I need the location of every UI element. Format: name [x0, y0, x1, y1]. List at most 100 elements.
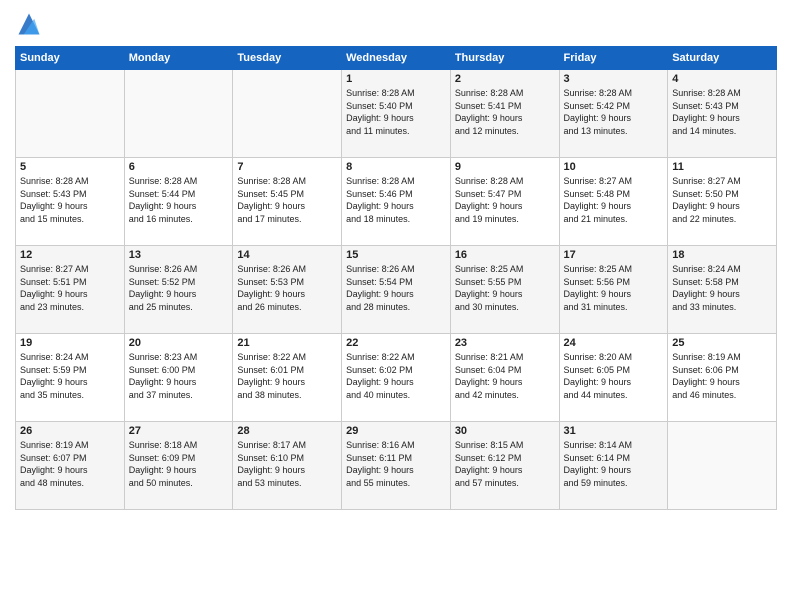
- cell-content: Sunrise: 8:26 AM Sunset: 5:53 PM Dayligh…: [237, 263, 337, 313]
- cell-content: Sunrise: 8:26 AM Sunset: 5:52 PM Dayligh…: [129, 263, 229, 313]
- day-number: 4: [672, 73, 772, 85]
- calendar-cell: 31 Sunrise: 8:14 AM Sunset: 6:14 PM Dayli…: [559, 422, 668, 510]
- cell-content: Sunrise: 8:16 AM Sunset: 6:11 PM Dayligh…: [346, 439, 446, 489]
- cell-content: Sunrise: 8:18 AM Sunset: 6:09 PM Dayligh…: [129, 439, 229, 489]
- day-number: 30: [455, 425, 555, 437]
- cell-content: Sunrise: 8:28 AM Sunset: 5:46 PM Dayligh…: [346, 175, 446, 225]
- page: SundayMondayTuesdayWednesdayThursdayFrid…: [0, 0, 792, 612]
- cell-content: Sunrise: 8:27 AM Sunset: 5:48 PM Dayligh…: [564, 175, 664, 225]
- calendar-header: SundayMondayTuesdayWednesdayThursdayFrid…: [16, 47, 777, 70]
- day-number: 14: [237, 249, 337, 261]
- day-number: 2: [455, 73, 555, 85]
- cell-content: Sunrise: 8:27 AM Sunset: 5:51 PM Dayligh…: [20, 263, 120, 313]
- day-number: 6: [129, 161, 229, 173]
- calendar-cell: 8 Sunrise: 8:28 AM Sunset: 5:46 PM Daylig…: [342, 158, 451, 246]
- day-number: 1: [346, 73, 446, 85]
- day-number: 10: [564, 161, 664, 173]
- calendar-cell: 4Sunrise: 8:28 AM Sunset: 5:43 PM Daylig…: [668, 70, 777, 158]
- calendar-cell: 2 Sunrise: 8:28 AM Sunset: 5:41 PM Daylig…: [450, 70, 559, 158]
- day-number: 23: [455, 337, 555, 349]
- day-header-tuesday: Tuesday: [233, 47, 342, 70]
- day-number: 7: [237, 161, 337, 173]
- calendar-body: 1 Sunrise: 8:28 AM Sunset: 5:40 PM Daylig…: [16, 70, 777, 510]
- day-number: 16: [455, 249, 555, 261]
- cell-content: Sunrise: 8:28 AM Sunset: 5:44 PM Dayligh…: [129, 175, 229, 225]
- week-row-2: 5 Sunrise: 8:28 AM Sunset: 5:43 PM Daylig…: [16, 158, 777, 246]
- cell-content: Sunrise: 8:14 AM Sunset: 6:14 PM Dayligh…: [564, 439, 664, 489]
- cell-content: Sunrise: 8:19 AM Sunset: 6:06 PM Dayligh…: [672, 351, 772, 401]
- day-header-thursday: Thursday: [450, 47, 559, 70]
- calendar-cell: [668, 422, 777, 510]
- cell-content: Sunrise: 8:23 AM Sunset: 6:00 PM Dayligh…: [129, 351, 229, 401]
- calendar-cell: 3 Sunrise: 8:28 AM Sunset: 5:42 PM Daylig…: [559, 70, 668, 158]
- cell-content: Sunrise: 8:17 AM Sunset: 6:10 PM Dayligh…: [237, 439, 337, 489]
- calendar-cell: 13Sunrise: 8:26 AM Sunset: 5:52 PM Dayli…: [124, 246, 233, 334]
- day-number: 15: [346, 249, 446, 261]
- calendar-cell: 23Sunrise: 8:21 AM Sunset: 6:04 PM Dayli…: [450, 334, 559, 422]
- day-number: 18: [672, 249, 772, 261]
- day-number: 28: [237, 425, 337, 437]
- day-number: 8: [346, 161, 446, 173]
- calendar-cell: 6 Sunrise: 8:28 AM Sunset: 5:44 PM Daylig…: [124, 158, 233, 246]
- week-row-3: 12 Sunrise: 8:27 AM Sunset: 5:51 PM Dayli…: [16, 246, 777, 334]
- cell-content: Sunrise: 8:28 AM Sunset: 5:43 PM Dayligh…: [20, 175, 120, 225]
- day-header-sunday: Sunday: [16, 47, 125, 70]
- day-number: 17: [564, 249, 664, 261]
- calendar-cell: 12 Sunrise: 8:27 AM Sunset: 5:51 PM Dayli…: [16, 246, 125, 334]
- day-number: 31: [564, 425, 664, 437]
- calendar-cell: 10 Sunrise: 8:27 AM Sunset: 5:48 PM Dayli…: [559, 158, 668, 246]
- cell-content: Sunrise: 8:28 AM Sunset: 5:47 PM Dayligh…: [455, 175, 555, 225]
- day-number: 24: [564, 337, 664, 349]
- calendar-cell: 18 Sunrise: 8:24 AM Sunset: 5:58 PM Dayli…: [668, 246, 777, 334]
- calendar-cell: [124, 70, 233, 158]
- cell-content: Sunrise: 8:25 AM Sunset: 5:55 PM Dayligh…: [455, 263, 555, 313]
- cell-content: Sunrise: 8:28 AM Sunset: 5:40 PM Dayligh…: [346, 87, 446, 137]
- day-number: 11: [672, 161, 772, 173]
- calendar-cell: 15 Sunrise: 8:26 AM Sunset: 5:54 PM Dayli…: [342, 246, 451, 334]
- cell-content: Sunrise: 8:24 AM Sunset: 5:58 PM Dayligh…: [672, 263, 772, 313]
- cell-content: Sunrise: 8:15 AM Sunset: 6:12 PM Dayligh…: [455, 439, 555, 489]
- cell-content: Sunrise: 8:24 AM Sunset: 5:59 PM Dayligh…: [20, 351, 120, 401]
- week-row-1: 1 Sunrise: 8:28 AM Sunset: 5:40 PM Daylig…: [16, 70, 777, 158]
- header: [15, 10, 777, 38]
- day-number: 20: [129, 337, 229, 349]
- calendar-cell: 9 Sunrise: 8:28 AM Sunset: 5:47 PM Daylig…: [450, 158, 559, 246]
- calendar-cell: 25Sunrise: 8:19 AM Sunset: 6:06 PM Dayli…: [668, 334, 777, 422]
- calendar-cell: 22Sunrise: 8:22 AM Sunset: 6:02 PM Dayli…: [342, 334, 451, 422]
- calendar-cell: 30 Sunrise: 8:15 AM Sunset: 6:12 PM Dayli…: [450, 422, 559, 510]
- day-number: 19: [20, 337, 120, 349]
- cell-content: Sunrise: 8:19 AM Sunset: 6:07 PM Dayligh…: [20, 439, 120, 489]
- day-number: 22: [346, 337, 446, 349]
- cell-content: Sunrise: 8:28 AM Sunset: 5:41 PM Dayligh…: [455, 87, 555, 137]
- logo: [15, 10, 47, 38]
- calendar-cell: 11Sunrise: 8:27 AM Sunset: 5:50 PM Dayli…: [668, 158, 777, 246]
- day-header-wednesday: Wednesday: [342, 47, 451, 70]
- calendar-cell: [233, 70, 342, 158]
- cell-content: Sunrise: 8:26 AM Sunset: 5:54 PM Dayligh…: [346, 263, 446, 313]
- calendar-cell: 26 Sunrise: 8:19 AM Sunset: 6:07 PM Dayli…: [16, 422, 125, 510]
- cell-content: Sunrise: 8:28 AM Sunset: 5:45 PM Dayligh…: [237, 175, 337, 225]
- calendar-cell: 14 Sunrise: 8:26 AM Sunset: 5:53 PM Dayli…: [233, 246, 342, 334]
- calendar: SundayMondayTuesdayWednesdayThursdayFrid…: [15, 46, 777, 510]
- header-row: SundayMondayTuesdayWednesdayThursdayFrid…: [16, 47, 777, 70]
- day-number: 5: [20, 161, 120, 173]
- calendar-cell: 27Sunrise: 8:18 AM Sunset: 6:09 PM Dayli…: [124, 422, 233, 510]
- calendar-cell: 29 Sunrise: 8:16 AM Sunset: 6:11 PM Dayli…: [342, 422, 451, 510]
- day-number: 3: [564, 73, 664, 85]
- calendar-cell: 1 Sunrise: 8:28 AM Sunset: 5:40 PM Daylig…: [342, 70, 451, 158]
- day-number: 9: [455, 161, 555, 173]
- cell-content: Sunrise: 8:25 AM Sunset: 5:56 PM Dayligh…: [564, 263, 664, 313]
- day-number: 12: [20, 249, 120, 261]
- day-header-saturday: Saturday: [668, 47, 777, 70]
- week-row-5: 26 Sunrise: 8:19 AM Sunset: 6:07 PM Dayli…: [16, 422, 777, 510]
- cell-content: Sunrise: 8:28 AM Sunset: 5:42 PM Dayligh…: [564, 87, 664, 137]
- calendar-cell: 7 Sunrise: 8:28 AM Sunset: 5:45 PM Daylig…: [233, 158, 342, 246]
- day-number: 26: [20, 425, 120, 437]
- week-row-4: 19 Sunrise: 8:24 AM Sunset: 5:59 PM Dayli…: [16, 334, 777, 422]
- day-number: 29: [346, 425, 446, 437]
- calendar-cell: 16 Sunrise: 8:25 AM Sunset: 5:55 PM Dayli…: [450, 246, 559, 334]
- calendar-cell: 28 Sunrise: 8:17 AM Sunset: 6:10 PM Dayli…: [233, 422, 342, 510]
- calendar-cell: 24Sunrise: 8:20 AM Sunset: 6:05 PM Dayli…: [559, 334, 668, 422]
- day-number: 21: [237, 337, 337, 349]
- calendar-cell: 19 Sunrise: 8:24 AM Sunset: 5:59 PM Dayli…: [16, 334, 125, 422]
